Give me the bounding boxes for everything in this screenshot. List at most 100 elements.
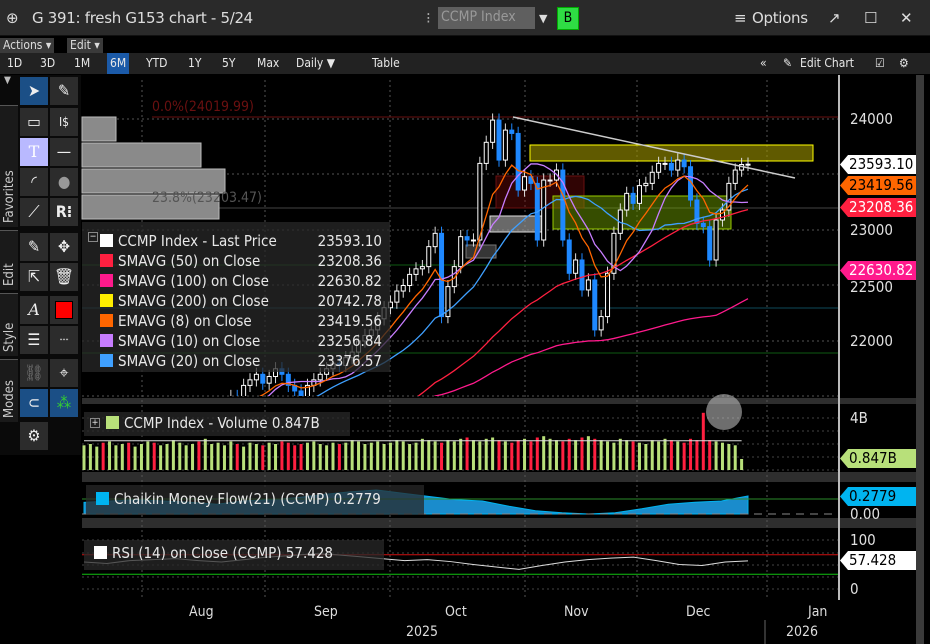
rsi-legend[interactable]: RSI (14) on Close (CCMP) 57.428 bbox=[84, 540, 384, 570]
circle-icon[interactable]: ● bbox=[50, 168, 78, 196]
gear-icon[interactable]: ⚙ bbox=[20, 422, 48, 450]
candle bbox=[266, 376, 272, 384]
options-button[interactable]: Options bbox=[752, 9, 808, 27]
arc-icon[interactable]: ◜ bbox=[20, 168, 48, 196]
price-legend[interactable]: − CCMP Index - Last Price 23593.10 SMAVG (… bbox=[82, 222, 390, 372]
volume-bar bbox=[414, 442, 418, 470]
volume-bar bbox=[210, 444, 214, 470]
segment-icon[interactable]: ⟋ bbox=[20, 198, 48, 226]
trash-icon[interactable]: 🗑 bbox=[50, 263, 78, 291]
legend-series-name: SMAVG (10) on Close bbox=[118, 332, 261, 350]
colors-icon[interactable]: ⁂ bbox=[50, 389, 78, 417]
collapse-icon[interactable]: « bbox=[757, 53, 770, 74]
move-icon[interactable]: ⊕ bbox=[6, 9, 19, 27]
range-1d[interactable]: 1D bbox=[4, 53, 25, 74]
range-1m[interactable]: 1M bbox=[71, 53, 93, 74]
edit-menu[interactable]: Edit ▾ bbox=[67, 38, 103, 53]
popout-icon[interactable]: ↗ bbox=[828, 9, 841, 27]
volume-bar bbox=[740, 458, 744, 470]
volume-bar bbox=[305, 442, 309, 470]
ticker-input[interactable]: CCMP Index bbox=[438, 7, 535, 29]
range-1y[interactable]: 1Y bbox=[185, 53, 204, 74]
section-edit[interactable]: Edit bbox=[0, 230, 18, 290]
candle bbox=[515, 132, 521, 191]
drag-handle-icon[interactable]: ⁝ bbox=[426, 9, 431, 27]
range-ytd[interactable]: YTD bbox=[143, 53, 171, 74]
frequency-dropdown[interactable]: Daily ▼ bbox=[293, 53, 338, 74]
draw-line-icon[interactable]: ✎ bbox=[50, 77, 78, 105]
section-style[interactable]: Style bbox=[0, 293, 18, 356]
section-modes[interactable]: Modes bbox=[0, 359, 18, 422]
title-bar: ⊕ G 391: fresh G153 chart - 5/24 ⁝ CCMP … bbox=[0, 0, 930, 36]
expand-legend-icon[interactable]: + bbox=[90, 418, 100, 428]
volume-bar bbox=[542, 436, 546, 470]
legend-row[interactable]: SMAVG (20) on Close 23376.57 bbox=[100, 352, 382, 372]
maximize-icon[interactable]: ☐ bbox=[864, 9, 877, 27]
table-button[interactable]: Table bbox=[369, 53, 403, 74]
candle bbox=[522, 176, 528, 191]
legend-value: 22630.82 bbox=[317, 272, 382, 290]
range-5y[interactable]: 5Y bbox=[219, 53, 238, 74]
r-label-icon[interactable]: R⁝ bbox=[50, 198, 78, 226]
volume-bar bbox=[535, 437, 539, 470]
volume-bar bbox=[191, 444, 195, 470]
font-icon[interactable]: A bbox=[20, 296, 48, 324]
volume-bar bbox=[503, 441, 507, 470]
month-label: Oct bbox=[445, 604, 467, 620]
price-label-icon[interactable]: I$ bbox=[50, 108, 78, 136]
candle bbox=[636, 185, 642, 204]
candle bbox=[260, 373, 266, 384]
text-tool-icon[interactable]: T bbox=[20, 138, 48, 166]
range-3d[interactable]: 3D bbox=[37, 53, 58, 74]
legend-row[interactable]: SMAVG (100) on Close 22630.82 bbox=[100, 272, 382, 292]
legend-series-name: SMAVG (100) on Close bbox=[118, 272, 269, 290]
horizontal-line-icon[interactable]: — bbox=[50, 138, 78, 166]
range-6m[interactable]: 6M bbox=[107, 53, 130, 74]
palette-collapse-icon[interactable]: ▼ bbox=[4, 75, 11, 86]
edit-chart-button[interactable]: Edit Chart bbox=[797, 53, 857, 74]
ticker-dropdown-icon[interactable]: ▼ bbox=[539, 12, 547, 25]
color-picker[interactable] bbox=[50, 296, 78, 324]
move-icon[interactable]: ✥ bbox=[50, 233, 78, 261]
volume-tick: 4B bbox=[850, 409, 868, 427]
vertical-scrollbar[interactable] bbox=[916, 75, 924, 644]
legend-row[interactable]: SMAVG (10) on Close 23256.84 bbox=[100, 332, 382, 352]
rectangle-icon[interactable]: ▭ bbox=[20, 108, 48, 136]
legend-row[interactable]: SMAVG (50) on Close 23208.36 bbox=[100, 252, 382, 272]
close-icon[interactable]: ✕ bbox=[900, 9, 913, 27]
legend-row[interactable]: EMAVG (8) on Close 23419.56 bbox=[100, 312, 382, 332]
cmf-legend[interactable]: Chaikin Money Flow(21) (CCMP) 0.2779 bbox=[86, 485, 424, 515]
volume-bar bbox=[369, 442, 373, 470]
range-max[interactable]: Max bbox=[254, 53, 282, 74]
candle bbox=[439, 232, 445, 318]
add-cursor-icon[interactable]: ⇱ bbox=[20, 263, 48, 291]
settings-gear-icon[interactable]: ⚙ bbox=[896, 53, 912, 74]
lock-crosshair-icon[interactable]: ⌖ bbox=[50, 359, 78, 387]
legend-series-name: SMAVG (200) on Close bbox=[118, 292, 269, 310]
collapse-legend-icon[interactable]: − bbox=[88, 232, 98, 242]
candle bbox=[579, 259, 585, 291]
section-label: Modes bbox=[2, 380, 17, 418]
legend-row[interactable]: SMAVG (200) on Close 20742.78 bbox=[100, 292, 382, 312]
fib-level-0: 0.0%(24019.99) bbox=[152, 99, 254, 115]
volume-flag: 0.847B bbox=[840, 449, 920, 468]
edit-label: Edit bbox=[70, 38, 91, 52]
volume-bar bbox=[523, 438, 527, 470]
volume-legend[interactable]: + CCMP Index - Volume 0.847B bbox=[84, 412, 350, 436]
line-style-icon[interactable]: ┄ bbox=[50, 326, 78, 354]
pencil-icon[interactable]: ✎ bbox=[20, 233, 48, 261]
link-icon[interactable]: ⛓ bbox=[20, 359, 48, 387]
volume-bar bbox=[727, 444, 731, 470]
section-favorites[interactable]: Favorites bbox=[0, 105, 18, 227]
options-menu-icon[interactable]: ≡ bbox=[734, 9, 747, 27]
legend-row[interactable]: CCMP Index - Last Price 23593.10 bbox=[100, 232, 382, 252]
b-button[interactable]: B bbox=[557, 7, 579, 30]
pencil-icon[interactable]: ✎ bbox=[780, 53, 795, 74]
volume-bar bbox=[312, 441, 316, 470]
actions-menu[interactable]: Actions ▾ bbox=[0, 38, 55, 53]
line-weight-icon[interactable]: ☰ bbox=[20, 326, 48, 354]
select-arrow-icon[interactable]: ➤ bbox=[20, 77, 48, 105]
magnet-icon[interactable]: ⊂ bbox=[20, 389, 48, 417]
annotate-icon[interactable]: ☑ bbox=[872, 53, 888, 74]
volume-bar bbox=[274, 444, 278, 470]
